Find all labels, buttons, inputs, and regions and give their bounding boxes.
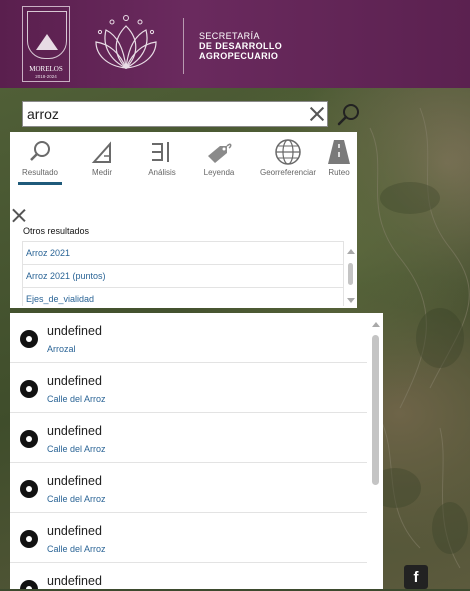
point-marker-icon <box>20 430 38 448</box>
tab-medir[interactable]: Medir <box>80 132 124 188</box>
facebook-icon[interactable]: f <box>404 565 428 589</box>
result-subtitle[interactable]: Calle del Arroz <box>47 494 106 504</box>
tab-label: Georreferenciar <box>259 168 317 177</box>
search-icon <box>30 141 50 161</box>
result-title: undefined <box>47 424 102 438</box>
result-title: undefined <box>47 374 102 388</box>
point-marker-icon <box>20 580 38 589</box>
result-item[interactable]: undefined <box>10 563 367 589</box>
tab-label: Leyenda <box>203 168 235 177</box>
clear-search-icon[interactable] <box>307 104 327 124</box>
crest-mountain-icon <box>36 34 58 50</box>
point-marker-icon <box>20 530 38 548</box>
search-box <box>22 101 328 127</box>
close-icon[interactable] <box>12 208 26 222</box>
result-subtitle[interactable]: Calle del Arroz <box>47 444 106 454</box>
result-item[interactable]: undefined Calle del Arroz <box>10 363 367 413</box>
crest-name: MORELOS <box>29 65 63 73</box>
result-item[interactable]: undefined Arrozal <box>10 313 367 363</box>
result-title: undefined <box>47 524 102 538</box>
tab-leyenda[interactable]: Leyenda <box>197 132 241 188</box>
tab-analisis[interactable]: Análisis <box>140 132 184 188</box>
result-subtitle[interactable]: Calle del Arroz <box>47 394 106 404</box>
active-tab-indicator <box>18 182 62 185</box>
tab-resultado[interactable]: Resultado <box>18 132 62 188</box>
secretaria-title: SECRETARÍA DE DESARROLLO AGROPECUARIO <box>199 31 282 61</box>
secretaria-line3: AGROPECUARIO <box>199 51 279 61</box>
crest-years: 2018-2024 <box>35 74 57 79</box>
list-item[interactable]: Arroz 2021 (puntos) <box>22 264 344 288</box>
list-item[interactable]: Ejes_de_vialidad <box>22 287 344 306</box>
result-title: undefined <box>47 474 102 488</box>
crest-shield <box>27 11 67 59</box>
scroll-up-icon[interactable] <box>372 322 380 327</box>
result-subtitle[interactable]: Arrozal <box>47 344 76 354</box>
point-marker-icon <box>20 380 38 398</box>
lotus-logo-icon <box>95 15 157 70</box>
result-item[interactable]: undefined Calle del Arroz <box>10 513 367 563</box>
secretaria-line1: SECRETARÍA <box>199 31 260 41</box>
header-divider <box>183 18 184 74</box>
analysis-icon <box>152 142 169 162</box>
tab-label: Análisis <box>148 168 176 177</box>
result-subtitle[interactable]: Calle del Arroz <box>47 544 106 554</box>
scroll-down-icon[interactable] <box>347 298 355 303</box>
tab-label: Medir <box>91 168 112 177</box>
scrollbar-thumb[interactable] <box>372 335 379 485</box>
other-results-scrollbar[interactable] <box>345 241 357 306</box>
tag-icon <box>208 143 232 163</box>
other-results-list: Arroz 2021 Arroz 2021 (puntos) Ejes_de_v… <box>22 241 344 306</box>
point-marker-icon <box>20 480 38 498</box>
tab-label: Resultado <box>21 168 59 177</box>
results-scrollbar[interactable] <box>368 313 383 589</box>
result-title: undefined <box>47 574 102 588</box>
road-icon <box>328 140 350 164</box>
app-header: MORELOS 2018-2024 SECRETARÍA DE DESARROL… <box>0 0 470 88</box>
result-title: undefined <box>47 324 102 338</box>
list-item[interactable]: Arroz 2021 <box>22 241 344 265</box>
tab-ruteo[interactable]: Ruteo <box>321 132 357 188</box>
search-input[interactable] <box>27 104 297 124</box>
secretaria-line2: DE DESARROLLO <box>199 41 283 51</box>
tab-label: Ruteo <box>328 168 350 177</box>
morelos-crest-logo: MORELOS 2018-2024 <box>22 6 70 82</box>
globe-icon <box>275 139 301 165</box>
ruler-icon <box>91 141 111 163</box>
point-marker-icon <box>20 330 38 348</box>
scroll-up-icon[interactable] <box>347 249 355 254</box>
search-icon[interactable] <box>335 101 363 127</box>
scrollbar-thumb[interactable] <box>348 263 353 285</box>
other-results-title: Otros resultados <box>23 226 90 236</box>
result-item[interactable]: undefined Calle del Arroz <box>10 463 367 513</box>
results-panel: undefined Arrozal undefined Calle del Ar… <box>10 313 383 589</box>
tab-georreferenciar[interactable]: Georreferenciar <box>252 132 324 188</box>
result-item[interactable]: undefined Calle del Arroz <box>10 413 367 463</box>
